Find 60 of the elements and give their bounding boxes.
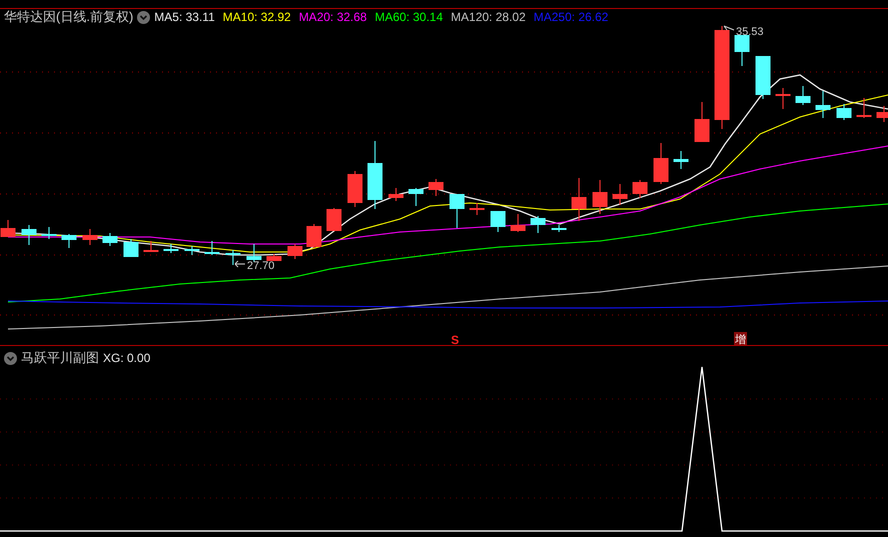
indicator-value: MA250: 26.62 (534, 9, 608, 25)
price-pointer-icon (234, 260, 246, 268)
chart-title: 马跃平川副图 (21, 350, 99, 366)
candlestick (592, 180, 608, 214)
low-price-label: 27.70 (247, 260, 275, 272)
candlestick (22, 224, 36, 246)
indicator-value: MA60: 30.14 (374, 9, 443, 25)
candlestick (510, 214, 526, 232)
candlestick (796, 86, 810, 106)
candlestick (856, 98, 872, 118)
candlestick (226, 250, 240, 266)
candlestick (164, 244, 178, 254)
candlestick (836, 104, 852, 120)
candlestick (144, 240, 158, 252)
collapse-chevron-icon[interactable] (4, 352, 17, 364)
candlestick (0, 220, 16, 238)
candlestick (42, 226, 56, 240)
candlestick (612, 184, 628, 206)
candlestick (306, 224, 322, 248)
candlestick (572, 178, 586, 222)
add-signal-marker: 增 (734, 332, 747, 345)
indicator-value: XG: 0.00 (103, 350, 150, 366)
indicator-value: MA120: 28.02 (450, 9, 526, 25)
indicator-value: MA20: 32.68 (298, 9, 367, 25)
candlestick (82, 228, 98, 246)
candlestick (776, 88, 790, 110)
high-price-label: 35.53 (736, 26, 764, 38)
candlestick (450, 194, 464, 228)
candlestick (632, 180, 648, 198)
candlestick (530, 216, 546, 234)
candlestick (674, 150, 688, 170)
candlestick (246, 244, 262, 262)
candlestick (102, 232, 118, 246)
indicator-value: MA10: 32.92 (222, 9, 291, 25)
candlestick (288, 244, 302, 260)
candlestick (734, 34, 750, 66)
candlestick (204, 240, 220, 256)
candlestick (552, 224, 566, 232)
candlestick (428, 178, 444, 196)
candlestick (388, 188, 404, 202)
sell-signal-marker: S (451, 333, 460, 345)
candlestick (62, 234, 76, 248)
indicator-value: MA5: 33.11 (154, 9, 215, 25)
candlestick (408, 188, 424, 206)
candlestick (816, 90, 830, 118)
candlestick (756, 56, 770, 100)
candlestick (348, 170, 362, 208)
candlestick (470, 202, 484, 216)
candlestick (654, 142, 668, 184)
collapse-chevron-icon[interactable] (137, 10, 150, 24)
candlestick (184, 246, 200, 256)
candlestick (876, 106, 888, 122)
candlestick (266, 254, 282, 262)
candlestick (124, 238, 138, 258)
candlestick (368, 140, 382, 210)
candlestick (694, 102, 710, 142)
candlestick (326, 208, 342, 232)
candlestick (490, 210, 506, 232)
price-pointer-icon (724, 26, 734, 30)
chart-title: 华特达因(日线.前复权) (4, 9, 134, 25)
